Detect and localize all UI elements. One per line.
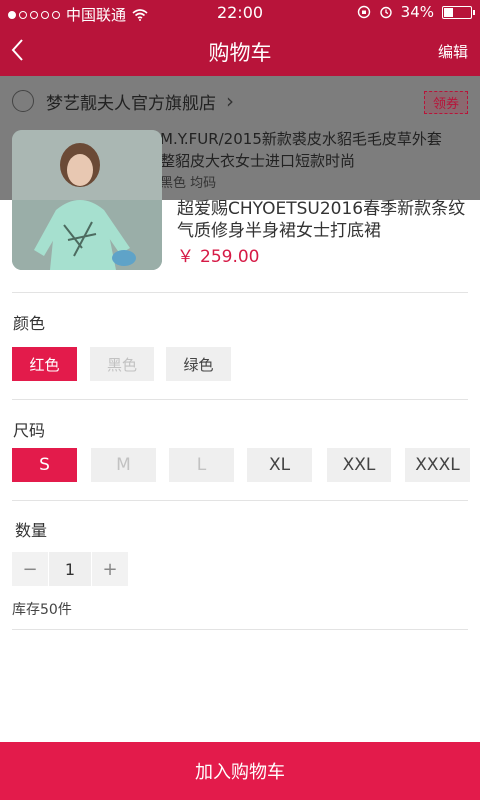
product-image [12, 130, 162, 270]
divider [12, 399, 468, 400]
color-option-black[interactable]: 黑色 [90, 347, 154, 381]
battery-percent: 34% [400, 3, 434, 21]
status-bar: 中国联通 22:00 34% [0, 0, 480, 26]
color-section-label: 颜色 [13, 314, 46, 333]
battery-icon [442, 5, 475, 19]
size-option-xxxl[interactable]: XXXL [405, 448, 470, 482]
color-option-red[interactable]: 红色 [12, 347, 77, 381]
currency-symbol: ￥ [177, 247, 194, 267]
divider [12, 629, 468, 630]
edit-button[interactable]: 编辑 [438, 41, 468, 62]
size-option-s[interactable]: S [12, 448, 77, 482]
quantity-section-label: 数量 [15, 521, 48, 540]
product-price: ￥ 259.00 [177, 242, 259, 267]
status-right: 34% [357, 3, 475, 21]
lock-rotation-icon [357, 5, 370, 19]
color-option-green[interactable]: 绿色 [166, 347, 231, 381]
page-title: 购物车 [208, 41, 272, 65]
stock-count: 库存50件 [12, 602, 72, 618]
decrease-button[interactable]: − [12, 552, 48, 586]
increase-button[interactable]: + [92, 552, 128, 586]
store-select-radio [12, 90, 34, 112]
size-option-l[interactable]: L [169, 448, 234, 482]
background-item-title: M.Y.FUR/2015新款裘皮水貂毛毛皮草外套 整貂皮大衣女士进口短款时尚 [160, 130, 442, 170]
background-item-spec: 黑色 均码 [160, 176, 217, 191]
size-section-label: 尺码 [13, 421, 46, 440]
store-name: 梦艺靓夫人官方旗舰店 [46, 93, 216, 114]
product-title: 超爱赐CHYOETSU2016春季新款条纹气质修身半身裙女士打底裙 [177, 199, 466, 241]
divider [12, 500, 468, 501]
price-value: 259.00 [200, 247, 260, 267]
divider [12, 292, 468, 293]
add-to-cart-button[interactable]: 加入购物车 [0, 742, 480, 800]
coupon-badge: 领券 [423, 91, 468, 114]
size-option-m[interactable]: M [91, 448, 156, 482]
size-option-xl[interactable]: XL [247, 448, 312, 482]
alarm-icon [379, 6, 392, 19]
store-row: 梦艺靓夫人官方旗舰店 › 领券 [0, 76, 480, 126]
chevron-right-icon: › [226, 89, 234, 113]
nav-bar: 购物车 编辑 [0, 26, 480, 76]
quantity-input[interactable]: 1 [49, 552, 91, 586]
quantity-stepper: − 1 + [12, 552, 128, 586]
size-option-xxl[interactable]: XXL [327, 448, 391, 482]
